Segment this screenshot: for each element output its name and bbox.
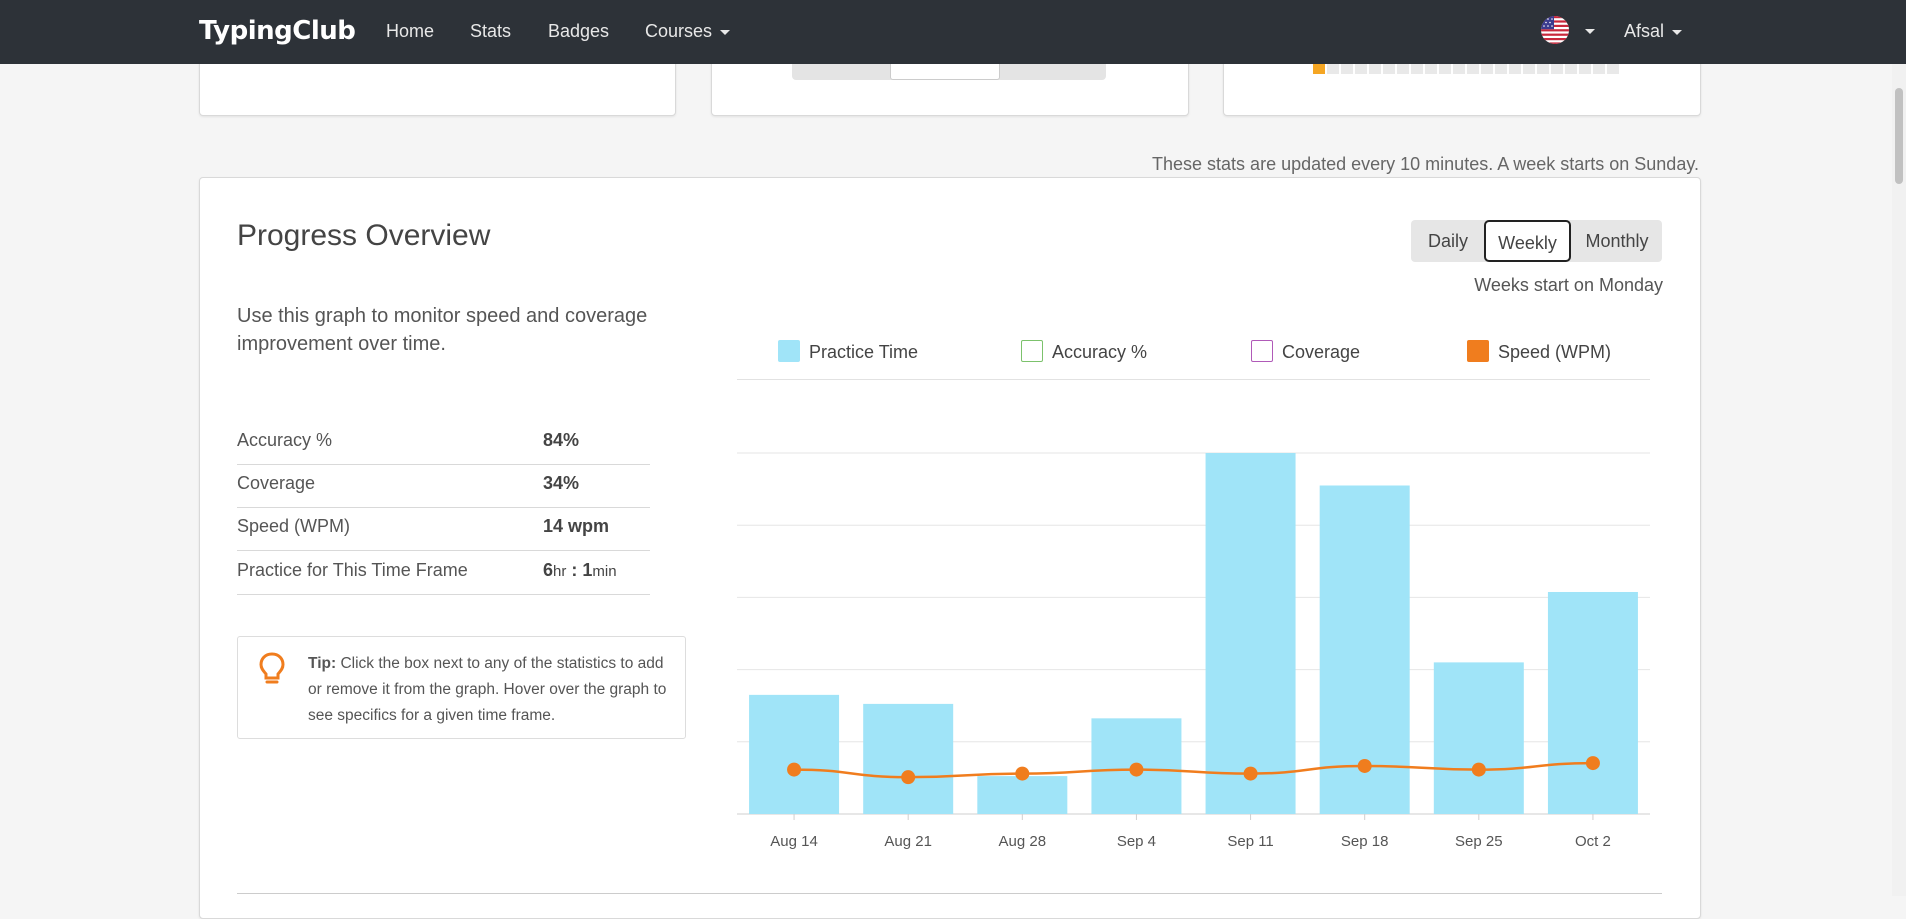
scrollbar-thumb[interactable]: [1895, 88, 1903, 184]
speed-point[interactable]: [1471, 762, 1486, 777]
x-tick-label: Sep 18: [1341, 833, 1389, 850]
nav-home[interactable]: Home: [386, 21, 434, 42]
nav-courses-label: Courses: [645, 21, 713, 41]
progress-chart[interactable]: Aug 14 Aug 21 Aug 28 Sep 4 Sep 11 Sep 18 Sep 2…: [0, 0, 1906, 896]
chart-bar[interactable]: [1205, 453, 1296, 814]
chevron-down-icon: [720, 29, 731, 35]
brand-logo[interactable]: TypingClub: [199, 16, 356, 46]
x-tick-label: Aug 28: [999, 833, 1047, 850]
x-tick-label: Oct 2: [1575, 833, 1611, 850]
speed-point[interactable]: [1015, 766, 1030, 781]
chart-bar[interactable]: [1433, 662, 1524, 814]
speed-point[interactable]: [787, 762, 802, 777]
x-tick-label: Sep 11: [1227, 833, 1273, 850]
speed-point[interactable]: [1357, 758, 1372, 773]
chart-bar[interactable]: [863, 703, 954, 814]
x-tick-label: Aug 14: [770, 833, 818, 850]
speed-point[interactable]: [1243, 766, 1258, 781]
language-flag-icon[interactable]: [1541, 16, 1569, 44]
chart-bar[interactable]: [1547, 591, 1638, 814]
nav-stats[interactable]: Stats: [470, 21, 511, 42]
x-tick-label: Aug 21: [884, 833, 932, 850]
chart-bar[interactable]: [749, 694, 840, 814]
user-name: Afsal: [1624, 21, 1665, 41]
x-tick-label: Sep 25: [1455, 833, 1503, 850]
speed-point[interactable]: [1129, 762, 1144, 777]
user-menu-dropdown[interactable]: Afsal: [1624, 21, 1683, 42]
speed-point[interactable]: [901, 770, 916, 785]
chart-bar[interactable]: [977, 776, 1068, 814]
top-navbar: TypingClub Home Stats Badges Courses Afs…: [0, 0, 1906, 64]
nav-courses-dropdown[interactable]: Courses: [645, 21, 731, 42]
speed-point[interactable]: [1585, 756, 1600, 771]
chevron-down-icon[interactable]: [1585, 29, 1595, 34]
chevron-down-icon: [1672, 29, 1683, 35]
nav-badges[interactable]: Badges: [548, 21, 609, 42]
x-tick-label: Sep 4: [1117, 833, 1156, 850]
scrollbar[interactable]: [1892, 64, 1906, 896]
divider: [237, 893, 1662, 894]
